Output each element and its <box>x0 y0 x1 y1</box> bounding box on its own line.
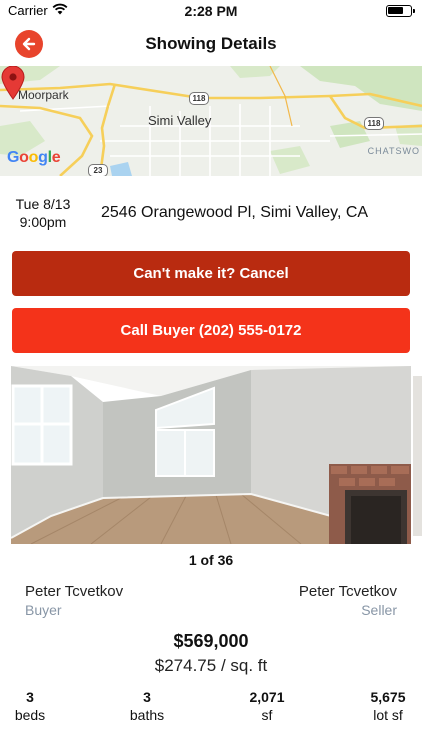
battery-icon <box>386 5 415 17</box>
listing-price: $569,000 <box>173 631 249 651</box>
baths-value: 3 <box>143 689 151 705</box>
call-buyer-button[interactable]: Call Buyer (202) 555-0172 <box>12 308 410 353</box>
lot-sf-value: 5,675 <box>370 689 406 705</box>
showing-info: Tue 8/13 9:00pm 2546 Orangewood Pl, Simi… <box>0 195 422 235</box>
buyer-info: Peter Tcvetkov Buyer <box>25 583 123 618</box>
buyer-name: Peter Tcvetkov <box>25 583 124 600</box>
status-time: 2:28 PM <box>184 3 238 19</box>
page-title: Showing Details <box>145 34 277 53</box>
route-shield-118: 118 <box>364 117 384 130</box>
buyer-role: Buyer <box>25 602 62 618</box>
stat-lot-sf: 5,675 lot sf <box>358 689 418 723</box>
sf-label: sf <box>261 707 273 723</box>
listing-photo[interactable] <box>11 366 411 544</box>
location-map[interactable]: Moorpark Simi Valley CHATSWO 118 118 23 … <box>0 66 422 176</box>
google-logo: Google <box>7 149 61 166</box>
showing-time: 9:00pm <box>19 214 67 230</box>
price-per-sqft: $274.75 / sq. ft <box>154 656 268 675</box>
route-shield-118: 118 <box>189 92 209 105</box>
photo-counter: 1 of 36 <box>188 552 234 568</box>
lot-sf-label: lot sf <box>373 707 403 723</box>
stat-baths: 3 baths <box>121 689 173 723</box>
map-pin-icon <box>1 66 25 100</box>
showing-address: 2546 Orangewood Pl, Simi Valley, CA <box>101 204 369 221</box>
route-shield-23: 23 <box>88 164 108 176</box>
next-photo-peek[interactable] <box>413 376 422 536</box>
seller-name: Peter Tcvetkov <box>298 583 397 600</box>
beds-value: 3 <box>26 689 34 705</box>
baths-label: baths <box>129 707 165 723</box>
nav-bar: Showing Details <box>0 22 422 66</box>
stat-beds: 3 beds <box>8 689 52 723</box>
stat-sf: 2,071 sf <box>240 689 294 723</box>
showing-date: Tue 8/13 <box>15 196 71 212</box>
beds-label: beds <box>14 707 46 723</box>
seller-info: Peter Tcvetkov Seller <box>299 583 397 618</box>
showing-datetime: Tue 8/13 9:00pm <box>10 195 76 231</box>
sf-value: 2,071 <box>249 689 285 705</box>
seller-role: Seller <box>361 602 397 618</box>
status-bar: Carrier 2:28 PM <box>0 0 422 22</box>
cancel-showing-button[interactable]: Can't make it? Cancel <box>12 251 410 296</box>
map-label-chatsworth: CHATSWO <box>367 146 420 156</box>
room-photo <box>11 366 411 544</box>
map-label-simi-valley: Simi Valley <box>148 113 212 128</box>
